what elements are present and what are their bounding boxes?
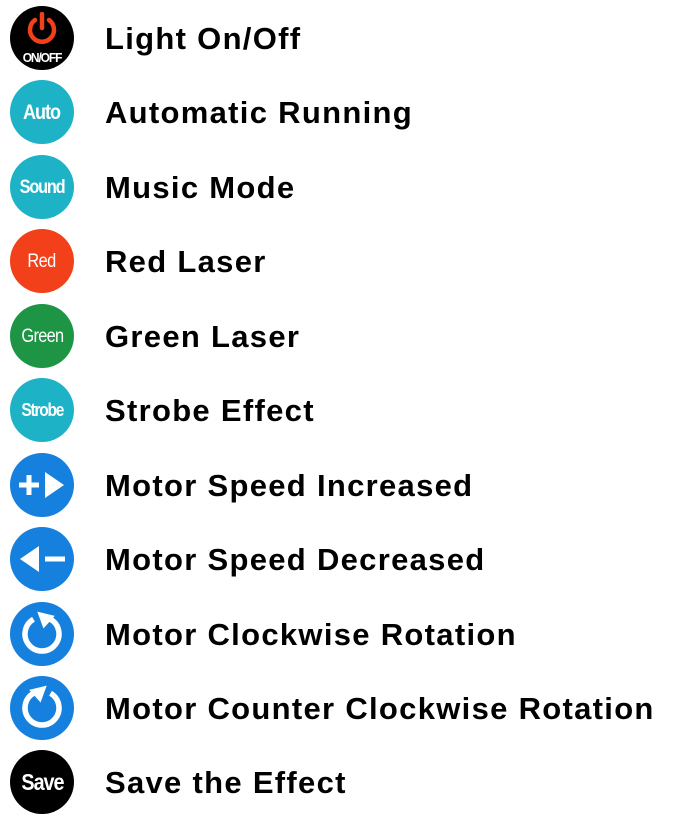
power-symbol-icon [27,12,57,44]
legend-item-green: Green Green Laser [0,300,675,374]
counter-clockwise-arrow-icon [22,685,62,728]
sound-icon: Sound [10,155,74,219]
badge-text: Auto [23,100,61,124]
speed-increase-icon [10,453,74,517]
legend-item-counter-clockwise: Motor Counter Clockwise Rotation [0,672,675,746]
legend-item-strobe: Strobe Strobe Effect [0,374,675,448]
green-icon: Green [10,304,74,368]
legend-label: Light On/Off [105,21,302,56]
legend-label: Green Laser [105,319,301,354]
clockwise-arrow-icon [22,611,62,654]
legend-label: Motor Clockwise Rotation [105,617,517,652]
badge-text: Sound [19,176,66,198]
legend-item-speed-increase: Motor Speed Increased [0,449,675,523]
legend-item-clockwise: Motor Clockwise Rotation [0,598,675,672]
legend-item-light-onoff: ON/OFF Light On/Off [0,2,675,76]
legend-label: Save the Effect [105,765,347,800]
legend-label: Motor Speed Increased [105,468,474,503]
badge-text: Green [21,325,64,347]
legend-label: Red Laser [105,244,267,279]
legend-label: Automatic Running [105,95,413,130]
legend-item-red: Red Red Laser [0,225,675,299]
badge-text: Save [20,768,64,795]
legend-item-auto: Auto Automatic Running [0,76,675,150]
legend-item-save: Save Save the Effect [0,746,675,820]
counter-clockwise-rotation-icon [10,676,74,740]
save-icon: Save [10,750,74,814]
badge-text: Strobe [21,400,64,420]
reverse-minus-icon [20,546,65,572]
strobe-icon: Strobe [10,378,74,442]
red-icon: Red [10,229,74,293]
legend-item-sound: Sound Music Mode [0,151,675,225]
clockwise-rotation-icon [10,602,74,666]
badge-text: ON/OFF [22,50,63,65]
badge-text: Red [27,250,57,272]
power-onoff-icon: ON/OFF [10,6,74,70]
remote-function-legend: ON/OFF Light On/Off Auto Automatic Runni… [0,0,675,814]
legend-label: Music Mode [105,170,296,205]
legend-label: Strobe Effect [105,393,315,428]
speed-decrease-icon [10,527,74,591]
legend-label: Motor Speed Decreased [105,542,486,577]
plus-play-icon [19,472,64,498]
legend-label: Motor Counter Clockwise Rotation [105,691,655,726]
auto-icon: Auto [10,80,74,144]
legend-item-speed-decrease: Motor Speed Decreased [0,523,675,597]
